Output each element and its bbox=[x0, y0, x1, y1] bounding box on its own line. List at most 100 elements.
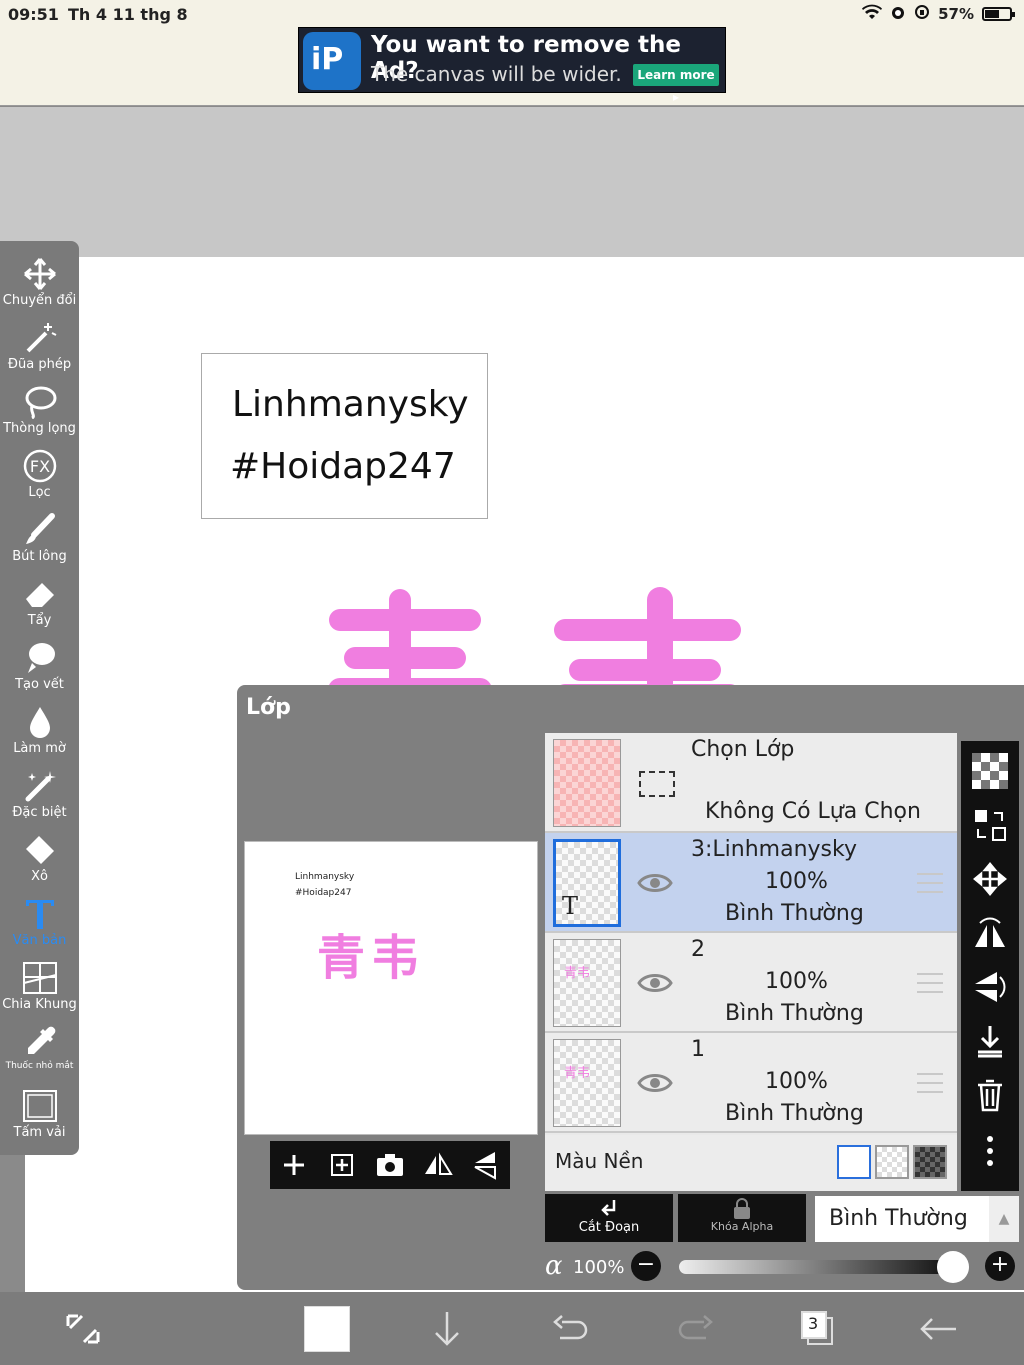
layer-opacity: 100% bbox=[765, 1069, 828, 1094]
tool-magic-wand[interactable]: Đũa phép bbox=[0, 315, 79, 379]
tool-eraser[interactable]: Tẩy bbox=[0, 571, 79, 635]
smudge-icon bbox=[27, 643, 55, 673]
eye-icon[interactable] bbox=[637, 869, 673, 897]
tool-transform[interactable]: Chuyển đổi bbox=[0, 251, 79, 315]
status-date: Th 4 11 thg 8 bbox=[68, 5, 188, 24]
tool-label: Đặc biệt bbox=[12, 805, 67, 820]
layers-stack-icon bbox=[801, 1311, 833, 1345]
trash-icon[interactable] bbox=[972, 1077, 1008, 1113]
layer-blend-mode: Bình Thường bbox=[725, 1001, 864, 1026]
layer-side-toolbar bbox=[961, 741, 1019, 1191]
tool-bucket[interactable]: Xô bbox=[0, 827, 79, 891]
clip-arrow-icon bbox=[601, 1200, 616, 1216]
layer-panel: Lớp Linhmanysky #Hoidap247 青韦 Chọn Lớp K… bbox=[237, 685, 1024, 1290]
drag-handle-icon[interactable] bbox=[917, 1073, 943, 1093]
status-indicators: 57% bbox=[862, 4, 1015, 24]
eye-icon[interactable] bbox=[637, 969, 673, 997]
tool-label: Tấm vải bbox=[13, 1125, 66, 1140]
magic-wand-icon bbox=[26, 323, 56, 353]
tool-smudge[interactable]: Tạo vết bbox=[0, 635, 79, 699]
blend-mode-select[interactable]: Bình Thường bbox=[815, 1196, 989, 1242]
back-arrow-icon[interactable] bbox=[916, 1306, 962, 1352]
opacity-value: 100% bbox=[573, 1257, 625, 1278]
tool-frame-divider[interactable]: Chia Khung bbox=[0, 955, 79, 1019]
ad-learn-more-button[interactable]: Learn more ▸ bbox=[633, 64, 719, 104]
more-options-icon[interactable] bbox=[972, 1133, 1008, 1169]
layer-name: 1 bbox=[691, 1037, 705, 1062]
undo-icon[interactable] bbox=[548, 1306, 594, 1352]
bg-dark-swatch[interactable] bbox=[913, 1145, 947, 1179]
drag-handle-icon[interactable] bbox=[917, 973, 943, 993]
battery-icon bbox=[982, 7, 1015, 21]
checkerboard-icon[interactable] bbox=[972, 753, 1008, 789]
tool-lasso[interactable]: Thòng lọng bbox=[0, 379, 79, 443]
add-layer-icon[interactable] bbox=[277, 1148, 311, 1182]
layer-opacity: 100% bbox=[765, 869, 828, 894]
tool-label: Lọc bbox=[28, 485, 51, 500]
alpha-lock-button[interactable]: Khóa Alpha bbox=[678, 1194, 806, 1242]
canvas-text-box[interactable]: Linhmanysky #Hoidap247 bbox=[201, 353, 488, 519]
layer-list: Chọn Lớp Không Có Lựa Chọn T 3:Linhmanys… bbox=[545, 733, 957, 1191]
layer-blend-mode: Bình Thường bbox=[725, 1101, 864, 1126]
transform-arrows-icon[interactable] bbox=[60, 1306, 106, 1352]
opacity-decrease-button[interactable]: − bbox=[631, 1251, 661, 1281]
layer-name: 3:Linhmanysky bbox=[691, 837, 857, 862]
layer-count: 3 bbox=[808, 1314, 819, 1333]
drag-handle-icon[interactable] bbox=[917, 873, 943, 893]
tool-label: Văn bản bbox=[12, 933, 67, 948]
selection-layer-row[interactable]: Chọn Lớp Không Có Lựa Chọn bbox=[545, 733, 957, 833]
tool-special[interactable]: Đặc biệt bbox=[0, 763, 79, 827]
arrow-down-icon[interactable] bbox=[424, 1306, 470, 1352]
eye-icon[interactable] bbox=[637, 1069, 673, 1097]
layer-row-1[interactable]: 青韦 1 100% Bình Thường bbox=[545, 1033, 957, 1133]
canvas-margin bbox=[0, 107, 1024, 257]
layer-move-icon[interactable] bbox=[972, 807, 1008, 843]
flip-horizontal-icon[interactable] bbox=[421, 1148, 455, 1182]
color-swatch[interactable] bbox=[304, 1306, 350, 1352]
layer-row-2[interactable]: 青韦 2 100% Bình Thường bbox=[545, 933, 957, 1033]
clipping-button[interactable]: Cắt Đoạn bbox=[545, 1194, 673, 1242]
selection-status: Không Có Lựa Chọn bbox=[705, 799, 921, 824]
layer-thumbnail: 青韦 bbox=[553, 1039, 621, 1127]
tool-label: Thòng lọng bbox=[3, 421, 76, 436]
tool-canvas[interactable]: Tấm vải bbox=[0, 1083, 79, 1147]
tool-label: Làm mờ bbox=[13, 741, 66, 756]
merge-down-icon[interactable] bbox=[972, 1023, 1008, 1059]
opacity-slider[interactable] bbox=[679, 1260, 951, 1274]
tool-text[interactable]: Văn bản bbox=[0, 891, 79, 955]
status-and-ad-area: 09:51 Th 4 11 thg 8 57% iP You want to r… bbox=[0, 0, 1024, 106]
layer-preview: Linhmanysky #Hoidap247 青韦 bbox=[244, 841, 538, 1135]
bg-transparent-swatch[interactable] bbox=[875, 1145, 909, 1179]
bucket-icon bbox=[25, 836, 54, 864]
duplicate-layer-icon[interactable] bbox=[325, 1148, 359, 1182]
flip-horizontal-icon[interactable] bbox=[972, 915, 1008, 951]
bg-white-swatch[interactable] bbox=[837, 1145, 871, 1179]
flip-vertical-icon[interactable] bbox=[972, 969, 1008, 1005]
chevron-up-icon[interactable]: ▲ bbox=[989, 1196, 1019, 1242]
rotation-lock-icon bbox=[914, 4, 930, 24]
wifi-icon bbox=[862, 4, 883, 24]
layers-count-button[interactable]: 3 bbox=[796, 1306, 842, 1352]
move-icon[interactable] bbox=[972, 861, 1008, 897]
preview-text-line1: Linhmanysky bbox=[295, 872, 355, 882]
lock-icon bbox=[734, 1198, 750, 1219]
ad-subtitle: The canvas will be wider. bbox=[371, 62, 622, 86]
opacity-slider-handle[interactable] bbox=[937, 1251, 969, 1283]
camera-icon[interactable] bbox=[373, 1148, 407, 1182]
layer-actions-bar bbox=[270, 1141, 510, 1189]
layer-row-3[interactable]: T 3:Linhmanysky 100% Bình Thường bbox=[545, 833, 957, 933]
tool-filter[interactable]: FX Lọc bbox=[0, 443, 79, 507]
ad-banner[interactable]: iP You want to remove the Ad? The canvas… bbox=[298, 27, 726, 104]
canvas-icon bbox=[22, 1090, 57, 1122]
tool-brush[interactable]: Bút lông bbox=[0, 507, 79, 571]
bottom-toolbar: 3 bbox=[0, 1292, 1024, 1365]
layer-thumb-glyph: 青韦 bbox=[564, 966, 591, 981]
tool-eyedropper[interactable]: Thuốc nhỏ mắt bbox=[0, 1019, 79, 1083]
svg-text:FX: FX bbox=[29, 457, 49, 476]
eraser-icon bbox=[25, 583, 54, 607]
opacity-increase-button[interactable]: + bbox=[985, 1251, 1015, 1281]
redo-icon[interactable] bbox=[672, 1306, 718, 1352]
flip-vertical-icon[interactable] bbox=[469, 1148, 503, 1182]
tool-blur[interactable]: Làm mờ bbox=[0, 699, 79, 763]
alpha-lock-label: Khóa Alpha bbox=[710, 1220, 774, 1233]
